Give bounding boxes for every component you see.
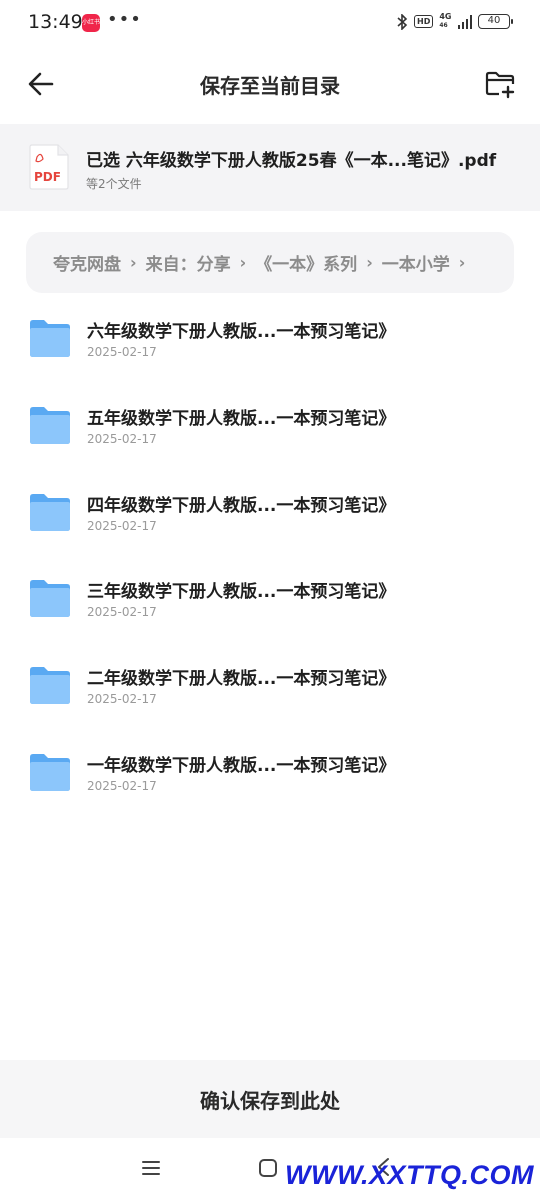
folder-item[interactable]: 三年级数学下册人教版...一本预习笔记》 2025-02-17: [0, 565, 540, 652]
folder-date: 2025-02-17: [87, 345, 157, 359]
app-notification-icon: 小红书: [82, 14, 100, 32]
folder-icon: [30, 406, 70, 444]
confirm-save-label: 确认保存到此处: [200, 1088, 340, 1113]
selected-file-title: 已选 六年级数学下册人教版25春《一本...笔记》.pdf: [86, 151, 497, 171]
folder-item[interactable]: 一年级数学下册人教版...一本预习笔记》 2025-02-17: [0, 739, 540, 826]
signal-icon: [457, 14, 472, 29]
watermark: WWW.XXTTQ.COM: [285, 1160, 534, 1190]
folder-add-icon: [485, 71, 515, 99]
pdf-label: PDF: [34, 170, 61, 184]
battery-icon: 40: [478, 14, 513, 29]
selected-file-bar: PDF 已选 六年级数学下册人教版25春《一本...笔记》.pdf 等2个文件: [0, 124, 540, 211]
new-folder-button[interactable]: [484, 68, 516, 100]
folder-date: 2025-02-17: [87, 605, 157, 620]
home-icon[interactable]: [257, 1157, 279, 1179]
status-icons: HD 4G 46 40: [397, 12, 513, 30]
status-time: 13:49: [28, 11, 83, 33]
folder-name: 四年级数学下册人教版...一本预习笔记》: [87, 495, 396, 516]
folder-item[interactable]: 六年级数学下册人教版...一本预习笔记》 2025-02-17: [0, 305, 540, 392]
folder-date: 2025-02-17: [87, 518, 157, 533]
selected-file-count: 等2个文件: [86, 177, 142, 191]
folder-date: 2025-02-17: [87, 778, 157, 793]
navigation-bar: WWW.XXTTQ.COM: [0, 1138, 540, 1200]
breadcrumb: 夸克网盘 › 来自：分享 › 《一本》系列 › 一本小学 ›: [26, 232, 514, 293]
chevron-right-icon: ›: [366, 253, 373, 272]
chevron-right-icon: ›: [130, 253, 137, 272]
breadcrumb-item-series[interactable]: 《一本》系列: [255, 250, 357, 275]
folder-icon: [30, 667, 70, 705]
folder-list: 六年级数学下册人教版...一本预习笔记》 2025-02-17 五年级数学下册人…: [0, 305, 540, 826]
folder-icon: [30, 753, 70, 791]
status-bar: 13:49 小红书 ••• HD 4G 46 40: [0, 0, 540, 46]
pdf-file-icon: PDF: [29, 144, 69, 190]
chevron-right-icon: ›: [458, 253, 466, 272]
breadcrumb-item-primary[interactable]: 一本小学: [382, 250, 450, 275]
folder-icon: [30, 580, 70, 618]
folder-name: 一年级数学下册人教版...一本预习笔记》: [87, 755, 396, 776]
folder-icon: [30, 320, 70, 357]
folder-date: 2025-02-17: [87, 692, 157, 707]
folder-date: 2025-02-17: [87, 431, 157, 446]
folder-name: 二年级数学下册人教版...一本预习笔记》: [87, 669, 396, 690]
network-type: 4G 46: [439, 12, 452, 30]
page-title: 保存至当前目录: [200, 74, 340, 98]
folder-item[interactable]: 五年级数学下册人教版...一本预习笔记》 2025-02-17: [0, 392, 540, 479]
folder-name: 三年级数学下册人教版...一本预习笔记》: [87, 582, 396, 603]
folder-name: 六年级数学下册人教版...一本预习笔记》: [87, 322, 396, 342]
header: 保存至当前目录: [0, 56, 540, 112]
folder-item[interactable]: 二年级数学下册人教版...一本预习笔记》 2025-02-17: [0, 652, 540, 739]
menu-icon[interactable]: [140, 1157, 162, 1179]
hd-icon: HD: [414, 15, 434, 28]
chevron-right-icon: ›: [239, 253, 247, 272]
folder-name: 五年级数学下册人教版...一本预习笔记》: [87, 408, 396, 429]
folder-icon: [30, 493, 70, 531]
bluetooth-icon: [397, 13, 408, 30]
more-notifications-icon: •••: [107, 9, 142, 30]
breadcrumb-item-quark-drive[interactable]: 夸克网盘: [53, 250, 121, 275]
confirm-save-button[interactable]: 确认保存到此处: [0, 1060, 540, 1138]
breadcrumb-item-from-share[interactable]: 来自：分享: [146, 250, 231, 275]
folder-item[interactable]: 四年级数学下册人教版...一本预习笔记》 2025-02-17: [0, 479, 540, 566]
